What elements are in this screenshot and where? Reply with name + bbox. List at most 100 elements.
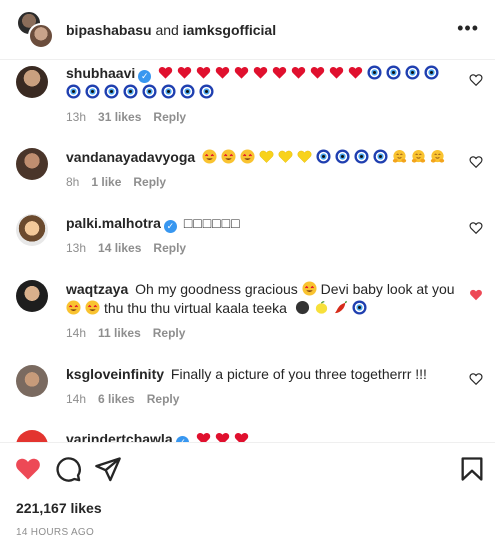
evil-eye-emoji (386, 65, 401, 80)
comment-username[interactable]: ksgloveinfinity (66, 366, 164, 382)
yellow-heart-emoji (297, 149, 312, 164)
lemon-emoji (314, 300, 329, 315)
comment-text: Oh my goodness gracious (135, 281, 298, 297)
comment-username[interactable]: waqtzaya (66, 281, 128, 297)
post-timestamp[interactable]: 14 HOURS AGO (16, 527, 94, 538)
evil-eye-emoji (161, 84, 176, 99)
evil-eye-emoji (180, 84, 195, 99)
comment-meta: 14h 11 likes Reply (66, 324, 456, 343)
hug-face-emoji (411, 149, 426, 164)
comment-meta: 13h 31 likes Reply (66, 108, 456, 127)
comment-username[interactable]: varindertchawla (66, 431, 173, 442)
avatar[interactable] (16, 214, 48, 246)
heart-eyes-face-emoji (240, 149, 255, 164)
heart-emoji (348, 65, 363, 80)
comment-time: 13h (66, 241, 87, 255)
header-avatars[interactable] (16, 9, 56, 50)
comment-meta: 13h 14 likes Reply (66, 239, 456, 258)
heart-emoji (196, 65, 211, 80)
heart-emoji (215, 431, 230, 442)
avatar[interactable] (16, 280, 48, 312)
bookmark-icon[interactable] (458, 455, 486, 483)
comment-time: 14h (66, 392, 87, 406)
avatar[interactable] (16, 365, 48, 397)
heart-outline-icon[interactable] (469, 73, 483, 87)
comment-body: palki.malhotra ✓ □□□□□□ 13h 14 likes Reply (66, 214, 456, 258)
heart-emoji (310, 65, 325, 80)
heart-outline-icon[interactable] (469, 155, 483, 169)
comment-likes[interactable]: 6 likes (98, 392, 135, 406)
yellow-heart-emoji (278, 149, 293, 164)
heart-eyes-emoji (85, 300, 100, 315)
header-username-2[interactable]: iamksgofficial (183, 22, 276, 38)
reply-button[interactable]: Reply (147, 392, 180, 406)
action-bar (0, 455, 495, 489)
comment-body: vandanayadavyoga 8h 1 like Reply (66, 148, 456, 192)
heart-emoji (329, 65, 344, 80)
evil-eye-emoji (199, 84, 214, 99)
chili-emoji (333, 300, 348, 315)
header-title: bipashabasu and iamksgofficial (66, 22, 276, 38)
comment-text-continued: Devi baby look at you (320, 281, 455, 297)
share-icon[interactable] (94, 455, 122, 483)
comment-username[interactable]: palki.malhotra (66, 215, 161, 231)
heart-outline-icon[interactable] (469, 372, 483, 386)
more-horizontal-icon[interactable]: ••• (457, 18, 479, 39)
comment-text-line2: thu thu thu virtual kaala teeka (104, 300, 287, 316)
heart-eyes-face-emoji (221, 149, 236, 164)
heart-eyes-face-emoji (202, 149, 217, 164)
evil-eye-emoji (123, 84, 138, 99)
evil-eye-emoji (335, 149, 350, 164)
verified-badge-icon: ✓ (138, 70, 152, 83)
avatar-user2[interactable] (28, 22, 54, 49)
comment-likes[interactable]: 11 likes (98, 326, 141, 340)
hug-face-emoji (392, 149, 407, 164)
header-username-1[interactable]: bipashabasu (66, 22, 152, 38)
evil-eye-emoji (354, 149, 369, 164)
heart-eyes-emoji (302, 281, 317, 296)
evil-eye-emoji (142, 84, 157, 99)
comment-body: shubhaavi ✓ 13h 31 likes Reply (66, 64, 456, 127)
comment-body: ksgloveinfinity Finally a picture of you… (66, 365, 456, 409)
avatar[interactable] (16, 148, 48, 180)
reply-button[interactable]: Reply (153, 110, 186, 124)
heart-emoji (234, 431, 249, 442)
comment-text: Finally a picture of you three togetherr… (170, 366, 427, 382)
heart-emoji (158, 65, 173, 80)
comment-body: waqtzaya Oh my goodness gracious Devi ba… (66, 280, 456, 343)
reply-button[interactable]: Reply (153, 241, 186, 255)
comment-icon[interactable] (54, 455, 82, 483)
heart-outline-icon[interactable] (469, 221, 483, 235)
evil-eye-emoji (373, 149, 388, 164)
hug-face-emoji (430, 149, 445, 164)
reply-button[interactable]: Reply (133, 175, 166, 189)
heart-emoji (177, 65, 192, 80)
comment-item: varindertchawla ✓ (0, 428, 495, 442)
header-conjunction: and (151, 21, 183, 38)
post-likes-count[interactable]: 221,167 likes (16, 500, 102, 516)
comment-username[interactable]: vandanayadavyoga (66, 149, 195, 165)
heart-filled-icon[interactable] (469, 288, 483, 302)
comment-time: 14h (66, 326, 87, 340)
heart-emoji (215, 65, 230, 80)
comment-likes[interactable]: 14 likes (98, 241, 141, 255)
comment-text: □□□□□□ (183, 215, 241, 231)
heart-filled-icon[interactable] (14, 455, 42, 483)
comment-likes[interactable]: 31 likes (98, 110, 141, 124)
comment-likes[interactable]: 1 like (91, 175, 121, 189)
comment-meta: 8h 1 like Reply (66, 173, 456, 192)
comment-username[interactable]: shubhaavi (66, 65, 135, 81)
reply-button[interactable]: Reply (153, 326, 186, 340)
comment-time: 8h (66, 175, 80, 189)
heart-emoji (234, 65, 249, 80)
evil-eye-emoji (367, 65, 382, 80)
evil-eye-emoji (316, 149, 331, 164)
verified-badge-icon: ✓ (163, 220, 177, 233)
evil-eye-emoji (85, 84, 100, 99)
evil-eye-emoji (424, 65, 439, 80)
black-circle-emoji (295, 300, 310, 315)
heart-emoji (291, 65, 306, 80)
avatar[interactable] (16, 430, 48, 442)
heart-emoji (253, 65, 268, 80)
avatar[interactable] (16, 66, 48, 98)
